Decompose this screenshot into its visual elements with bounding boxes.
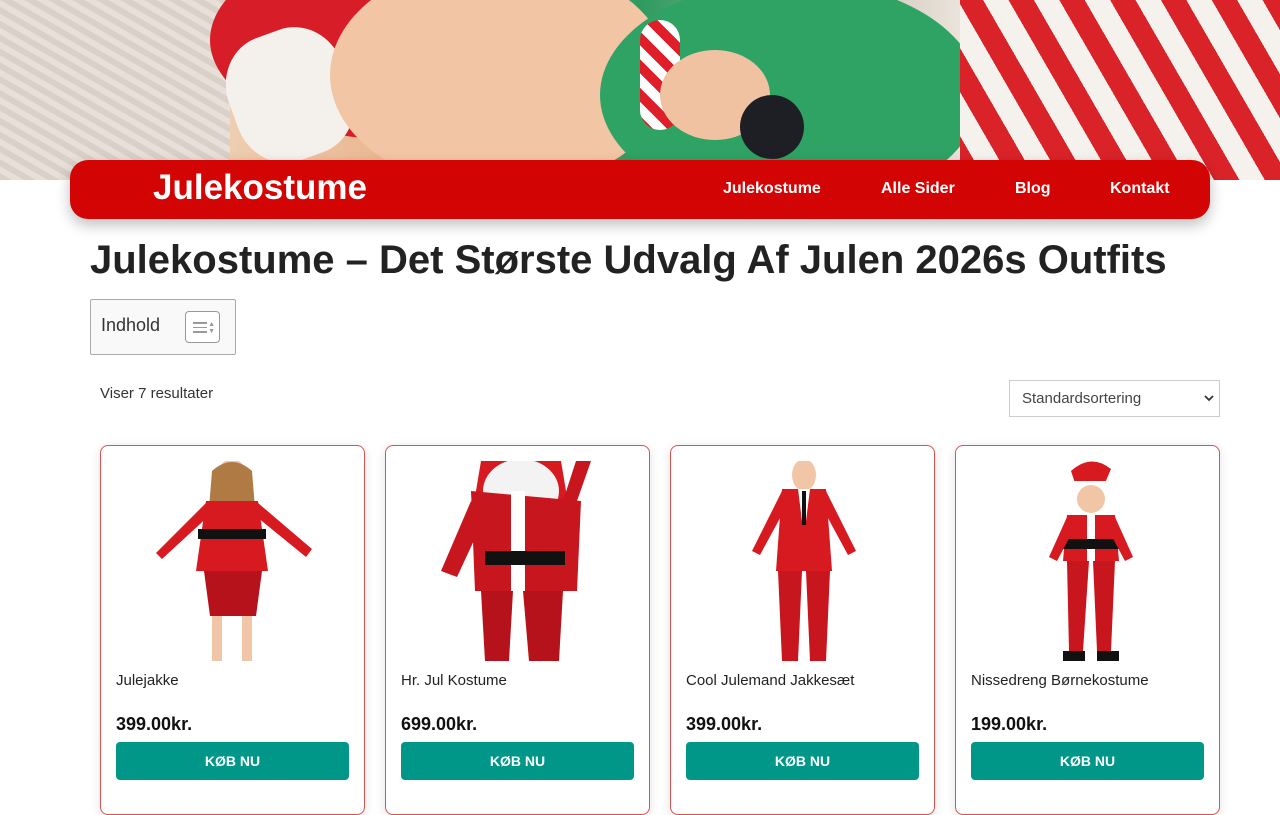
nav-item-alle-sider[interactable]: Alle Sider bbox=[881, 179, 955, 199]
toc-toggle-button[interactable]: ▲ ▼ bbox=[185, 311, 220, 343]
product-price: 699.00kr. bbox=[401, 714, 478, 734]
main-navbar: Julekostume Julekostume Alle Sider Blog … bbox=[70, 160, 1210, 219]
site-brand[interactable]: Julekostume bbox=[153, 168, 367, 208]
buy-now-button[interactable]: KØB NU bbox=[401, 742, 634, 780]
table-of-contents: Indhold ▲ ▼ bbox=[90, 299, 236, 355]
hero-banner bbox=[0, 0, 1280, 180]
buy-now-button[interactable]: KØB NU bbox=[116, 742, 349, 780]
product-name[interactable]: Cool Julemand Jakkesæt bbox=[686, 672, 854, 689]
nav-item-kontakt[interactable]: Kontakt bbox=[1110, 179, 1170, 199]
updown-arrows-icon: ▲ ▼ bbox=[208, 321, 215, 335]
hero-knit-blanket bbox=[0, 0, 230, 180]
product-image[interactable] bbox=[686, 461, 919, 661]
product-name[interactable]: Julejakke bbox=[116, 672, 179, 689]
product-price: 199.00kr. bbox=[971, 714, 1048, 734]
sort-selected-value: Standardsortering bbox=[1022, 390, 1142, 407]
product-card[interactable]: Hr. Jul Kostume 699.00kr. KØB NU bbox=[385, 445, 650, 815]
product-name[interactable]: Hr. Jul Kostume bbox=[401, 672, 507, 689]
product-name[interactable]: Nissedreng Børnekostume bbox=[971, 672, 1149, 689]
nav-item-blog[interactable]: Blog bbox=[1015, 179, 1051, 199]
product-image[interactable] bbox=[401, 461, 634, 661]
sort-caret-icon bbox=[1204, 395, 1214, 402]
buy-now-button[interactable]: KØB NU bbox=[971, 742, 1204, 780]
product-price: 399.00kr. bbox=[686, 714, 763, 734]
nav-item-julekostume[interactable]: Julekostume bbox=[723, 179, 821, 199]
hero-striped-sock bbox=[960, 0, 1280, 180]
product-image[interactable] bbox=[971, 461, 1204, 661]
sort-select[interactable]: Standardsortering bbox=[1009, 380, 1220, 417]
product-card[interactable]: Cool Julemand Jakkesæt 399.00kr. KØB NU bbox=[670, 445, 935, 815]
product-image[interactable] bbox=[116, 461, 349, 661]
list-toggle-icon bbox=[193, 322, 207, 334]
result-count: Viser 7 resultater bbox=[100, 385, 214, 402]
buy-now-button[interactable]: KØB NU bbox=[686, 742, 919, 780]
toc-label: Indhold bbox=[101, 315, 161, 335]
hero-suit-button bbox=[740, 95, 804, 159]
product-card[interactable]: Julejakke 399.00kr. KØB NU bbox=[100, 445, 365, 815]
product-price: 399.00kr. bbox=[116, 714, 193, 734]
page-title: Julekostume – Det Største Udvalg Af Jule… bbox=[90, 238, 1167, 282]
product-card[interactable]: Nissedreng Børnekostume 199.00kr. KØB NU bbox=[955, 445, 1220, 815]
